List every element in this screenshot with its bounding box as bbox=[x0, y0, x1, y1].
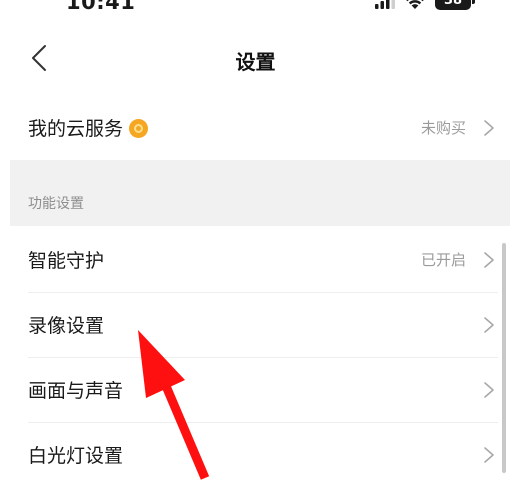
chevron-right-icon bbox=[484, 120, 494, 136]
scrollbar[interactable] bbox=[502, 243, 506, 473]
cloud-service-label: 我的云服务 bbox=[28, 118, 124, 140]
battery-icon: 38 bbox=[435, 0, 475, 10]
settings-item-picture-sound[interactable]: 画面与声音 bbox=[10, 357, 510, 422]
status-time: 10:41 bbox=[66, 0, 136, 14]
coin-icon bbox=[129, 119, 149, 138]
cloud-service-row[interactable]: 我的云服务 未购买 bbox=[10, 95, 510, 160]
settings-item-label: 录像设置 bbox=[28, 315, 105, 337]
settings-item-white-light[interactable]: 白光灯设置 bbox=[10, 422, 510, 481]
section-header-function-settings: 功能设置 bbox=[10, 160, 510, 226]
status-bar: 10:41 38 bbox=[0, 0, 511, 22]
cloud-service-label-wrap: 我的云服务 bbox=[28, 114, 149, 141]
page-title: 设置 bbox=[235, 50, 276, 74]
settings-item-value: 已开启 bbox=[420, 251, 466, 269]
chevron-right-icon bbox=[484, 252, 494, 268]
chevron-right-icon bbox=[484, 317, 494, 333]
chevron-right-icon bbox=[484, 447, 494, 463]
settings-item-label: 画面与声音 bbox=[28, 380, 124, 402]
status-icons: 38 bbox=[375, 0, 475, 10]
settings-item-smart-guard[interactable]: 智能守护 已开启 bbox=[10, 227, 510, 292]
signal-icon bbox=[375, 0, 395, 9]
section-title: 功能设置 bbox=[28, 196, 84, 212]
wifi-icon bbox=[406, 0, 424, 9]
settings-item-label: 智能守护 bbox=[28, 250, 105, 272]
battery-level: 38 bbox=[443, 0, 463, 8]
settings-item-label: 白光灯设置 bbox=[28, 445, 124, 467]
nav-bar: 设置 bbox=[0, 36, 511, 80]
chevron-right-icon bbox=[484, 382, 494, 398]
cloud-service-status: 未购买 bbox=[420, 119, 466, 137]
settings-item-recording[interactable]: 录像设置 bbox=[10, 292, 510, 357]
